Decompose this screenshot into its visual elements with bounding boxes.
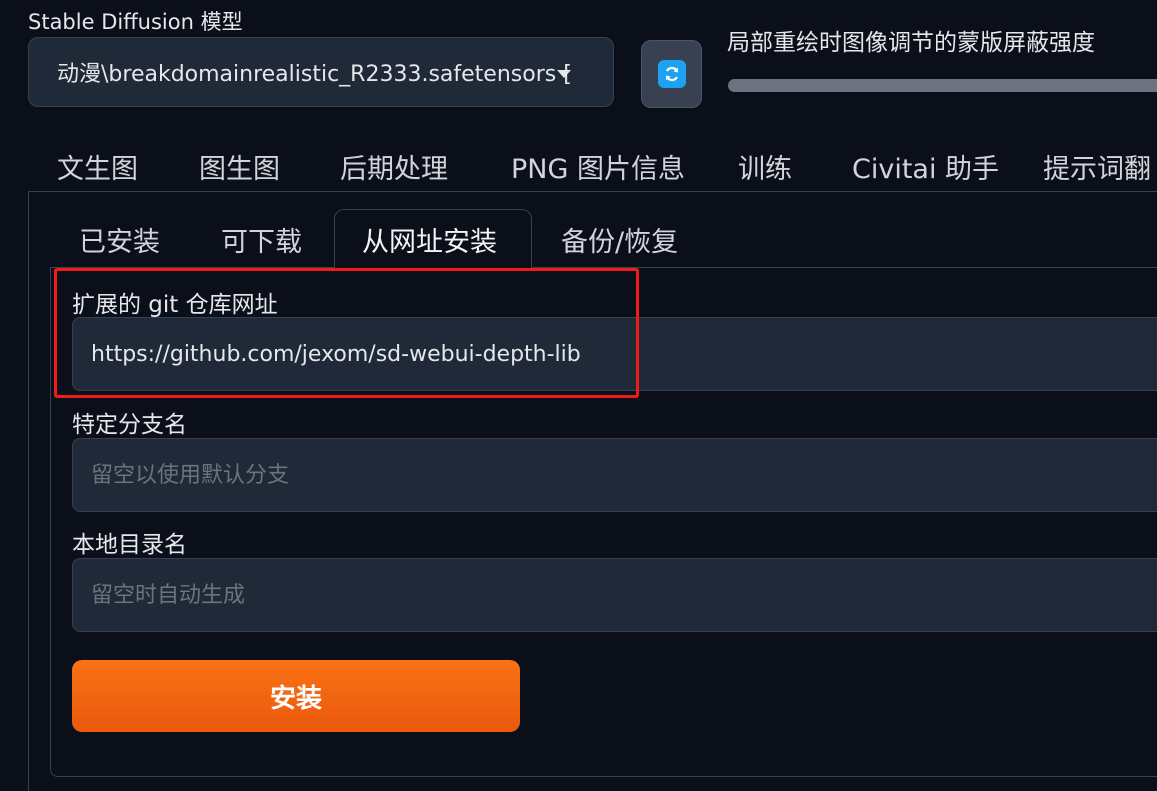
branch-name-input[interactable] — [72, 438, 1157, 512]
install-button[interactable]: 安装 — [72, 660, 520, 732]
extensions-page: Stable Diffusion 模型 动漫\breakdomainrealis… — [0, 0, 1157, 791]
main-tabs: 文生图 图生图 后期处理 PNG 图片信息 训练 Civitai 助手 提示词翻 — [0, 140, 1157, 192]
local-dir-input[interactable] — [72, 558, 1157, 632]
tab-png-info[interactable]: PNG 图片信息 — [511, 147, 685, 186]
refresh-icon — [657, 60, 686, 88]
tab-prompt-translate[interactable]: 提示词翻 — [1043, 147, 1151, 186]
model-dropdown[interactable]: 动漫\breakdomainrealistic_R2333.safetensor… — [28, 37, 614, 107]
highlight-annotation — [54, 268, 639, 398]
tab-backup-restore[interactable]: 备份/恢复 — [561, 220, 678, 259]
tab-txt2img[interactable]: 文生图 — [57, 147, 138, 186]
tab-install-from-url[interactable]: 从网址安装 — [362, 220, 497, 259]
chevron-down-icon — [557, 70, 571, 78]
refresh-model-button[interactable] — [641, 40, 702, 108]
local-dir-label: 本地目录名 — [72, 532, 187, 558]
tab-available[interactable]: 可下载 — [221, 220, 302, 259]
tab-installed[interactable]: 已安装 — [79, 220, 160, 259]
model-selected-value: 动漫\breakdomainrealistic_R2333.safetensor… — [57, 62, 572, 87]
mask-strength-label: 局部重绘时图像调节的蒙版屏蔽强度 — [727, 30, 1095, 56]
tab-img2img[interactable]: 图生图 — [199, 147, 280, 186]
mask-strength-slider[interactable] — [728, 79, 1157, 92]
branch-name-label: 特定分支名 — [72, 412, 187, 438]
tab-civitai-helper[interactable]: Civitai 助手 — [852, 147, 999, 186]
tab-extras[interactable]: 后期处理 — [340, 147, 448, 186]
tab-train[interactable]: 训练 — [738, 147, 792, 186]
model-label: Stable Diffusion 模型 — [28, 10, 243, 34]
